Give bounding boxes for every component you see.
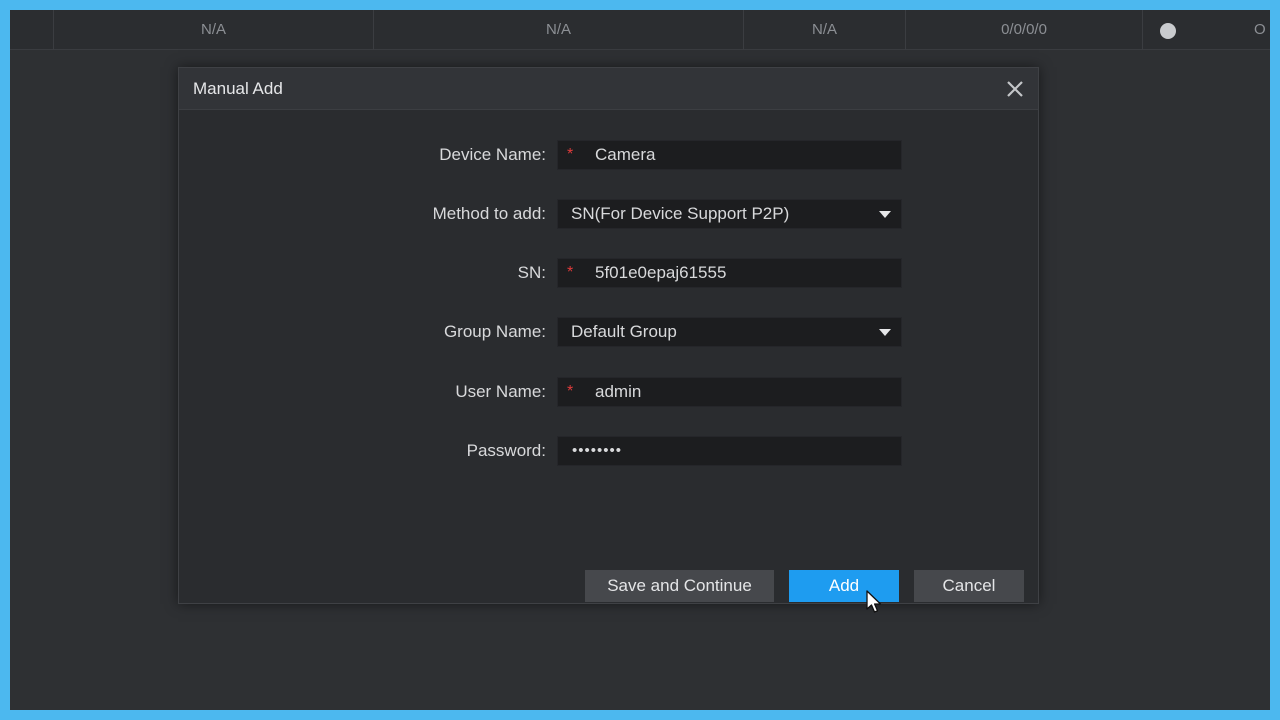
manual-add-dialog: Manual Add Device Name: * Camera Method … <box>178 67 1039 604</box>
required-marker: * <box>567 264 574 281</box>
password-input[interactable]: •••••••• <box>557 436 902 466</box>
table-cell: N/A <box>373 10 743 50</box>
required-marker: * <box>567 146 574 163</box>
table-cell: N/A <box>743 10 905 50</box>
device-name-label: Device Name: <box>439 145 546 164</box>
method-select[interactable]: SN(For Device Support P2P) <box>557 199 902 229</box>
method-row: Method to add: SN(For Device Support P2P… <box>179 199 1038 229</box>
status-indicator-icon <box>1160 23 1176 39</box>
device-name-input[interactable]: * Camera <box>557 140 902 170</box>
save-and-continue-button[interactable]: Save and Continue <box>585 570 774 602</box>
device-name-value: Camera <box>595 145 656 164</box>
user-name-label: User Name: <box>455 382 546 401</box>
user-name-row: User Name: * admin <box>179 377 1038 407</box>
dialog-title: Manual Add <box>193 79 283 98</box>
close-icon[interactable] <box>1004 78 1026 100</box>
group-value: Default Group <box>571 322 677 341</box>
method-value: SN(For Device Support P2P) <box>571 204 790 223</box>
group-select[interactable]: Default Group <box>557 317 902 347</box>
table-cell: 0/0/0/0 <box>905 10 1142 50</box>
dialog-header: Manual Add <box>179 68 1038 110</box>
sn-input[interactable]: * 5f01e0epaj61555 <box>557 258 902 288</box>
mouse-pointer-icon <box>866 590 882 613</box>
password-row: Password: •••••••• <box>179 436 1038 466</box>
sn-label: SN: <box>517 263 546 282</box>
sn-row: SN: * 5f01e0epaj61555 <box>179 258 1038 288</box>
method-label: Method to add: <box>432 204 546 223</box>
password-label: Password: <box>466 441 546 460</box>
group-row: Group Name: Default Group <box>179 317 1038 347</box>
app-screen: N/A N/A N/A 0/0/0/0 O Manual Add Device … <box>10 10 1270 710</box>
table-cell: N/A <box>53 10 373 50</box>
password-value: •••••••• <box>572 442 623 459</box>
cancel-button[interactable]: Cancel <box>914 570 1024 602</box>
table-row[interactable]: N/A N/A N/A 0/0/0/0 O <box>10 10 1270 50</box>
user-name-value: admin <box>595 382 642 401</box>
chevron-down-icon[interactable] <box>879 329 891 336</box>
chevron-down-icon[interactable] <box>879 211 891 218</box>
group-label: Group Name: <box>443 322 546 341</box>
table-cell-clipped: O <box>1254 21 1266 38</box>
device-name-row: Device Name: * Camera <box>179 140 1038 170</box>
required-marker: * <box>567 383 574 400</box>
sn-value: 5f01e0epaj61555 <box>595 263 727 282</box>
user-name-input[interactable]: * admin <box>557 377 902 407</box>
